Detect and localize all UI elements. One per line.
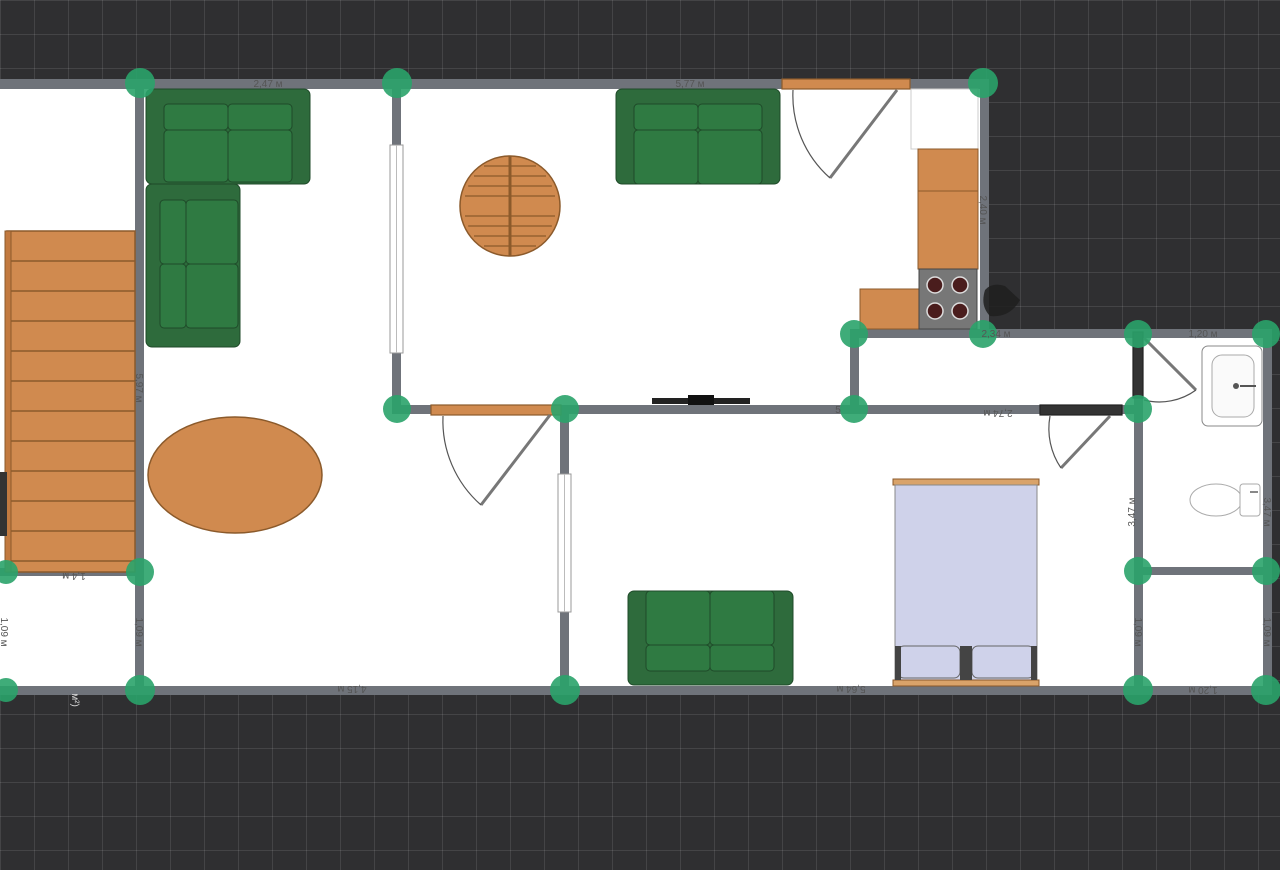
dim-right-small-left: 1,09 м — [1132, 617, 1143, 646]
stairs-edge-post — [0, 472, 7, 536]
dim-kitchen-top: 5,77 м — [675, 79, 704, 90]
oval-table — [147, 416, 323, 534]
fridge — [910, 88, 979, 150]
sink — [1201, 345, 1263, 427]
sofa-bedroom — [627, 590, 794, 686]
dim-bath-right: 3,47 м — [1261, 497, 1272, 526]
dim-bottom-left: 4,15 м — [337, 683, 366, 694]
floor-plan: 2,47 м 5,77 м 2,40 м 2,34 м 1,20 м 5,97 … — [0, 68, 1280, 707]
dim-left-small-left: 1,09 м — [0, 617, 9, 646]
door-kitchen-top-leaf — [781, 78, 911, 90]
dim-right-small-right: 1,09 м — [1261, 617, 1272, 646]
node-1 — [125, 68, 155, 98]
sofa-left-vertical — [145, 183, 241, 348]
wall-bottom — [0, 686, 1272, 695]
node-2 — [382, 68, 412, 98]
sofa-kitchen — [615, 88, 781, 185]
round-table — [459, 155, 561, 257]
node-15 — [1252, 557, 1280, 585]
node-18 — [550, 675, 580, 705]
stove — [918, 268, 978, 330]
tv-stand — [688, 395, 714, 405]
dim-left-small-right: 1,09 м — [133, 617, 144, 646]
counter-1 — [917, 148, 979, 192]
node-4 — [840, 320, 868, 348]
dim-corridor: 2,74 м — [983, 407, 1012, 418]
counter-3 — [859, 288, 921, 330]
node-14 — [1124, 557, 1152, 585]
door-corridor-leaf — [430, 404, 562, 416]
corner-shadow — [983, 284, 1020, 317]
wall-right-small — [1138, 567, 1268, 575]
dim-bottom-mid: 5,64 м — [836, 683, 865, 694]
dim-kitchen-bottom: 2,34 м — [981, 329, 1010, 340]
node-10 — [840, 395, 868, 423]
counter-2 — [917, 190, 979, 270]
sofa-top-left — [145, 88, 311, 185]
dim-bedroom-left: 3,47 м — [1127, 497, 1138, 526]
dim-bath-top: 1,20 м — [1188, 329, 1217, 340]
node-7 — [1252, 320, 1280, 348]
node-9 — [551, 395, 579, 423]
staircase — [0, 230, 136, 573]
dim-kitchen-right: 2,40 м — [977, 195, 988, 224]
area-label-fragment: м²) — [69, 693, 80, 707]
node-3 — [968, 68, 998, 98]
dim-corridor-small: 5 — [835, 405, 841, 416]
node-8 — [383, 395, 411, 423]
toilet — [1189, 483, 1261, 517]
node-17 — [125, 675, 155, 705]
door-bedroom-leaf — [1039, 404, 1123, 416]
node-20 — [1251, 675, 1280, 705]
node-12 — [126, 558, 154, 586]
stairs-frame — [6, 230, 136, 573]
dim-living-right: 5,97 м — [133, 373, 144, 402]
node-19 — [1123, 675, 1153, 705]
dim-bottom-right: 1,20 м — [1188, 684, 1217, 695]
node-11 — [1124, 395, 1152, 423]
dim-stair-bottom: 1,4 м — [62, 570, 86, 581]
bed — [892, 478, 1040, 687]
node-6 — [1124, 320, 1152, 348]
dim-living-top: 2,47 м — [253, 79, 282, 90]
